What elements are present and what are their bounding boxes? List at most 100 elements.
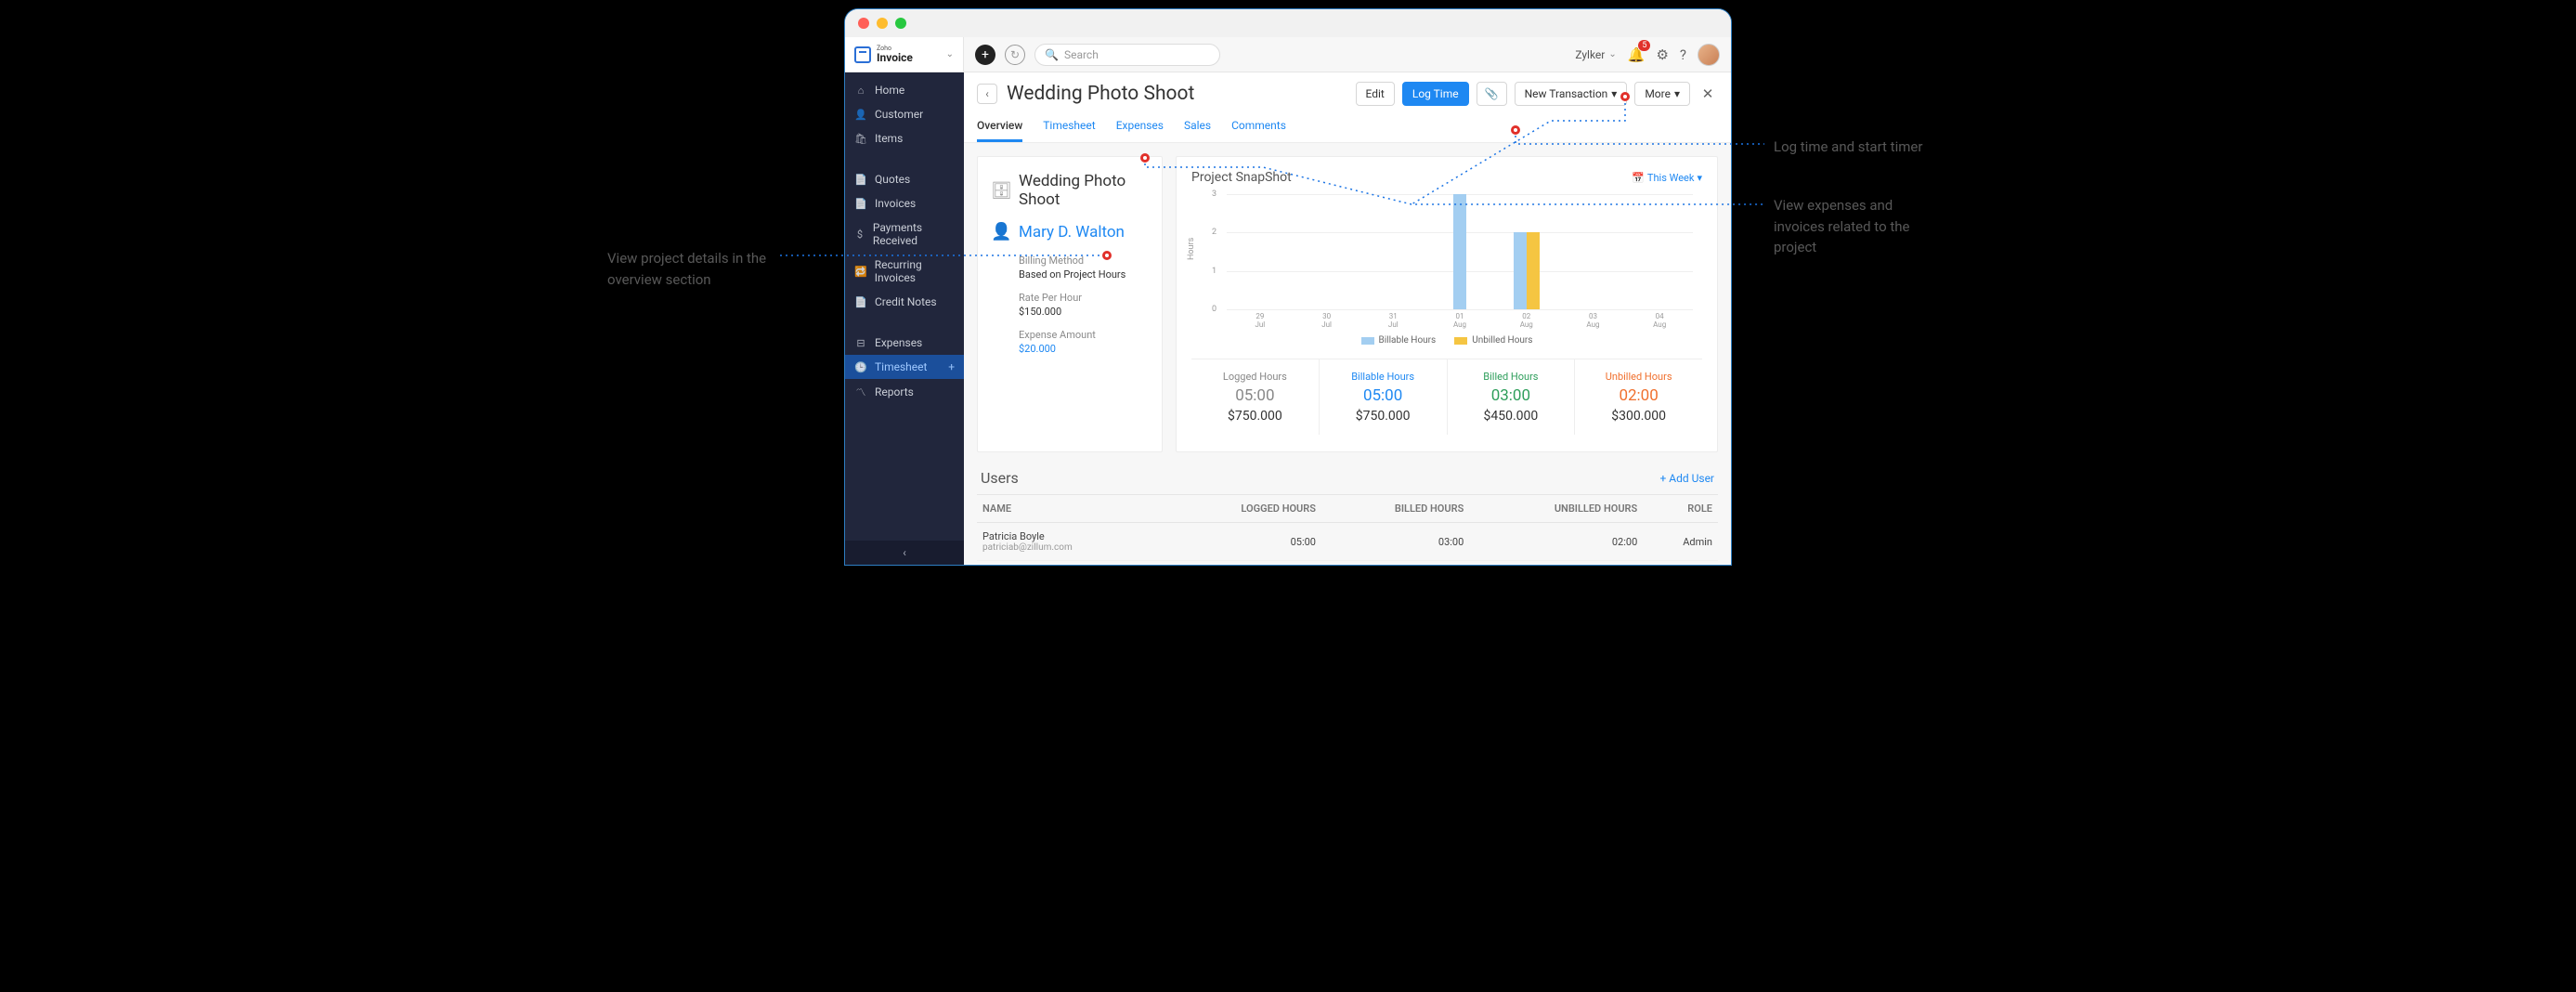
snapshot-title: Project SnapShot (1191, 170, 1292, 185)
nav-icon: 📄 (854, 198, 867, 210)
expense-label: Expense Amount (1019, 329, 1149, 341)
tab-comments[interactable]: Comments (1231, 113, 1286, 142)
y-tick: 1 (1212, 267, 1216, 276)
stat-hours: 05:00 (1323, 386, 1443, 405)
stat-label: Logged Hours (1195, 371, 1315, 383)
window-titlebar (845, 9, 1731, 37)
y-tick: 2 (1212, 228, 1216, 237)
quick-add-button[interactable]: + (975, 45, 995, 65)
expense-amount-link[interactable]: $20.000 (1019, 343, 1149, 355)
nav-icon: $ (854, 228, 865, 241)
rate-value: $150.000 (1019, 306, 1149, 318)
user-name: Patricia Boyle (982, 530, 1157, 542)
table-row[interactable]: Patricia Boylepatriciab@zillum.com05:000… (977, 523, 1718, 561)
content: 🗄 Wedding Photo Shoot 👤 Mary D. Walton B… (964, 143, 1731, 565)
brand-big: Invoice (877, 52, 913, 63)
sidebar-item-payments-received[interactable]: $ Payments Received (845, 215, 964, 253)
nav-icon: ⌂ (854, 85, 867, 97)
nav-label: Home (875, 84, 904, 97)
avatar[interactable] (1698, 44, 1720, 66)
stat-hours: 05:00 (1195, 386, 1315, 405)
close-button[interactable]: ✕ (1698, 84, 1718, 104)
settings-button[interactable]: ⚙ (1656, 46, 1668, 63)
sidebar: Zoho Invoice ⌄ ⌂ Home 👤Customer🛍Items 📄Quot… (845, 37, 964, 565)
nav-icon: ⊟ (854, 337, 867, 349)
nav-label: Invoices (875, 197, 916, 210)
stat-label: Billed Hours (1451, 371, 1571, 383)
org-switcher[interactable]: Zylker ⌄ (1575, 48, 1616, 61)
caret-down-icon: ▾ (1611, 87, 1617, 100)
chevron-down-icon: ⌄ (1608, 49, 1616, 59)
recent-button[interactable]: ↻ (1005, 45, 1025, 65)
sidebar-collapse[interactable]: ‹ (845, 541, 964, 565)
edit-button[interactable]: Edit (1356, 82, 1395, 106)
brand[interactable]: Zoho Invoice ⌄ (845, 37, 964, 72)
stat-hours: 03:00 (1451, 386, 1571, 405)
sidebar-item-items[interactable]: 🛍Items (845, 126, 964, 150)
nav-label: Expenses (875, 336, 922, 349)
window-close-dot[interactable] (858, 18, 869, 29)
sidebar-item-customer[interactable]: 👤Customer (845, 102, 964, 126)
sidebar-item-quotes[interactable]: 📄Quotes (845, 167, 964, 191)
stat-logged-hours: Logged Hours05:00$750.000 (1191, 359, 1319, 435)
project-card: 🗄 Wedding Photo Shoot 👤 Mary D. Walton B… (977, 156, 1163, 452)
col-billed-hours: BILLED HOURS (1321, 495, 1469, 523)
callout-dot (1102, 251, 1112, 260)
attach-button[interactable]: 📎 (1477, 82, 1507, 106)
stat-unbilled-hours: Unbilled Hours02:00$300.000 (1574, 359, 1702, 435)
stat-billed-hours: Billed Hours03:00$450.000 (1447, 359, 1575, 435)
y-axis-label: Hours (1187, 238, 1196, 260)
tab-expenses[interactable]: Expenses (1116, 113, 1164, 142)
search-icon: 🔍 (1045, 48, 1059, 61)
user-email: patriciab@zillum.com (982, 542, 1157, 553)
back-button[interactable]: ‹ (977, 84, 997, 104)
topbar: + ↻ 🔍 Search Zylker ⌄ 🔔 5 (964, 37, 1731, 72)
range-label: This Week (1647, 172, 1695, 184)
sidebar-item-home[interactable]: ⌂ Home (845, 78, 964, 102)
cell-role: Admin (1643, 523, 1718, 561)
help-button[interactable]: ? (1680, 46, 1686, 63)
new-transaction-button[interactable]: New Transaction ▾ (1515, 82, 1628, 106)
x-tick: 03Aug (1560, 312, 1627, 330)
log-time-button[interactable]: Log Time (1402, 82, 1469, 106)
search-input[interactable]: 🔍 Search (1034, 44, 1220, 66)
nav-label: Payments Received (873, 221, 955, 247)
col-role: ROLE (1643, 495, 1718, 523)
stat-billable-hours: Billable Hours05:00$750.000 (1319, 359, 1447, 435)
sidebar-item-reports[interactable]: 〽Reports (845, 379, 964, 405)
legend-swatch-unbilled (1454, 337, 1467, 345)
more-button[interactable]: More ▾ (1634, 82, 1690, 106)
sidebar-item-timesheet[interactable]: 🕒Timesheet+ (845, 355, 964, 379)
window-max-dot[interactable] (895, 18, 906, 29)
sidebar-item-credit-notes[interactable]: 📄Credit Notes (845, 290, 964, 314)
tab-timesheet[interactable]: Timesheet (1043, 113, 1095, 142)
chevron-down-icon: ⌄ (946, 49, 954, 59)
customer-link[interactable]: Mary D. Walton (1019, 223, 1125, 241)
project-name: Wedding Photo Shoot (1019, 172, 1149, 209)
rate-label: Rate Per Hour (1019, 292, 1149, 304)
range-picker[interactable]: 📅 This Week ▾ (1632, 172, 1702, 184)
window-min-dot[interactable] (877, 18, 888, 29)
billing-method-label: Billing Method (1019, 255, 1149, 267)
tabs: Overview Timesheet Expenses Sales Comments (964, 113, 1731, 142)
sidebar-item-recurring-invoices[interactable]: 🔁Recurring Invoices (845, 253, 964, 290)
tab-overview[interactable]: Overview (977, 113, 1022, 142)
plus-icon[interactable]: + (948, 360, 955, 373)
x-tick: 30Jul (1294, 312, 1360, 330)
browser-window: Zoho Invoice ⌄ ⌂ Home 👤Customer🛍Items 📄Quot… (845, 9, 1731, 565)
add-user-button[interactable]: + Add User (1659, 472, 1714, 485)
snapshot-card: Project SnapShot 📅 This Week ▾ Hours 012… (1176, 156, 1718, 452)
legend-billable: Billable Hours (1379, 335, 1437, 346)
tab-sales[interactable]: Sales (1184, 113, 1211, 142)
stat-label: Billable Hours (1323, 371, 1443, 383)
y-tick: 3 (1212, 189, 1216, 199)
sidebar-item-invoices[interactable]: 📄 Invoices (845, 191, 964, 215)
stat-amount: $300.000 (1579, 409, 1698, 424)
caret-down-icon: ▾ (1697, 172, 1702, 184)
notifications-button[interactable]: 🔔 5 (1628, 46, 1646, 63)
annotation-overview: View project details in the overview sec… (607, 248, 784, 290)
legend-swatch-billable (1361, 337, 1374, 345)
more-label: More (1645, 87, 1671, 100)
sidebar-item-expenses[interactable]: ⊟ Expenses (845, 331, 964, 355)
nav-icon: 🔁 (854, 266, 867, 278)
